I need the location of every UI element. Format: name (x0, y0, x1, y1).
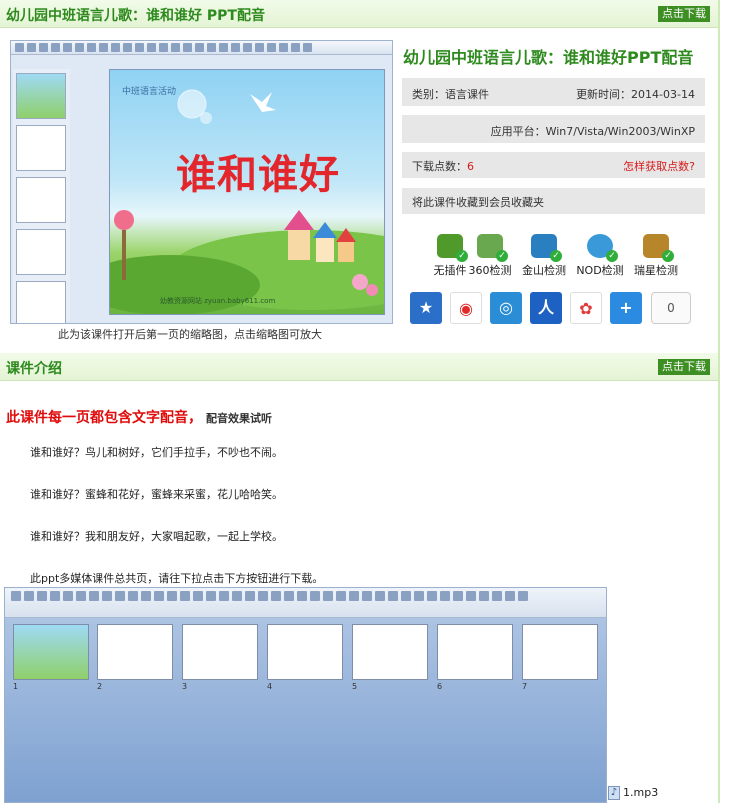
page-title: 幼儿园中班语言儿歌：谁和谁好 PPT配音 (6, 8, 265, 24)
slide-thumb (16, 73, 66, 119)
rising-check: 瑞星检测 (626, 234, 686, 278)
nod-check: NOD检测 (570, 234, 630, 278)
tencent-weibo-share-icon[interactable]: ◎ (490, 292, 522, 324)
music-note-icon: ♪ (608, 786, 620, 800)
audio-file-name[interactable]: 1.mp3 (623, 786, 658, 799)
ppt-ribbon (5, 588, 606, 618)
slide-thumb (16, 281, 66, 323)
download-button-top[interactable]: 点击下载 (658, 6, 710, 22)
points-row: 下载点数：6 怎样获取点数? (402, 152, 705, 178)
slide-sorter-thumb: 1 (13, 624, 89, 691)
slide-thumb (16, 125, 66, 171)
intro-bar: 课件介绍 点击下载 (0, 353, 718, 381)
add-to-favorites-link[interactable]: 将此课件收藏到会员收藏夹 (412, 194, 544, 210)
slide-thumbnail-panel (13, 69, 70, 323)
how-to-get-points-link[interactable]: 怎样获取点数? (623, 158, 695, 174)
courseware-title: 幼儿园中班语言儿歌：谁和谁好PPT配音 (403, 48, 694, 67)
more-share-icon[interactable]: + (610, 292, 642, 324)
slide-sorter-thumb: 5 (352, 624, 428, 691)
intro-headline: 此课件每一页都包含文字配音， 配音效果试听 (6, 407, 272, 427)
slide-sorter-thumb: 7 (522, 624, 598, 691)
points-value: 6 (467, 160, 474, 173)
slide-thumb (16, 177, 66, 223)
360-check: 360检测 (460, 234, 520, 278)
douban-share-icon[interactable]: ✿ (570, 292, 602, 324)
category-row: 类别：语言课件 更新时间：2014-03-14 (402, 78, 705, 106)
slide-sorter-screenshot: 1 2 3 4 5 6 7 (4, 587, 607, 803)
category-label: 类别：语言课件 (412, 88, 489, 101)
share-count: 0 (651, 292, 691, 324)
page-count-note: 此ppt多媒体课件总共页，请往下拉点击下方按钮进行下载。 (30, 572, 324, 585)
audio-file[interactable]: ♪ 1.mp3 (608, 786, 658, 800)
slide-subtitle: 中班语言活动 (122, 87, 177, 97)
kingsoft-check: 金山检测 (514, 234, 574, 278)
check-label: 瑞星检测 (634, 264, 678, 277)
poem-line: 谁和谁好？鸟儿和树好，它们手拉手，不吵也不闹。 (30, 446, 283, 459)
renren-share-icon[interactable]: 人 (530, 292, 562, 324)
nod-icon (587, 234, 618, 262)
thumbnail-caption: 此为该课件打开后第一页的缩略图，点击缩略图可放大 (58, 328, 322, 341)
ppt-preview-thumbnail[interactable]: 中班语言活动 谁和谁好 幼教资源网站 zyuan.baby611.com (10, 40, 393, 324)
check-label: 360检测 (468, 264, 512, 277)
shield-icon (477, 234, 508, 262)
poem-line: 谁和谁好？我和朋友好，大家唱起歌，一起上学校。 (30, 530, 283, 543)
slide-sorter-thumb: 2 (97, 624, 173, 691)
check-label: 金山检测 (522, 264, 566, 277)
courseware-page: 幼儿园中班语言儿歌：谁和谁好 PPT配音 点击下载 中班语言活动 谁和谁好 幼教… (0, 0, 720, 803)
security-checks: 无插件 360检测 金山检测 NOD检测 瑞星检测 (420, 234, 690, 278)
slide-thumb (16, 229, 66, 275)
slide-sorter-thumb: 4 (267, 624, 343, 691)
slide-url: 幼教资源网站 zyuan.baby611.com (160, 297, 276, 305)
slide-sorter-thumb: 3 (182, 624, 258, 691)
update-time: 更新时间：2014-03-14 (576, 88, 695, 101)
poem-line: 谁和谁好？蜜蜂和花好，蜜蜂来采蜜，花儿哈哈笑。 (30, 488, 283, 501)
slide-sorter-thumb: 6 (437, 624, 513, 691)
title-bar: 幼儿园中班语言儿歌：谁和谁好 PPT配音 点击下载 (0, 0, 718, 28)
audio-preview-link[interactable]: 配音效果试听 (206, 412, 272, 425)
headline-text: 此课件每一页都包含文字配音， (6, 410, 202, 426)
qzone-share-icon[interactable]: ★ (410, 292, 442, 324)
check-label: NOD检测 (576, 264, 624, 277)
platform-row: 应用平台：Win7/Vista/Win2003/WinXP (402, 115, 705, 143)
kingsoft-icon (531, 234, 562, 262)
platform-label: 应用平台：Win7/Vista/Win2003/WinXP (490, 125, 695, 138)
rising-shield-icon (643, 234, 674, 262)
intro-section-title: 课件介绍 (6, 361, 62, 377)
download-button-intro[interactable]: 点击下载 (658, 359, 710, 375)
weibo-share-icon[interactable]: ◉ (450, 292, 482, 324)
points-label: 下载点数： (412, 160, 467, 173)
main-slide: 中班语言活动 谁和谁好 幼教资源网站 zyuan.baby611.com (109, 69, 385, 315)
slide-title: 谁和谁好 (176, 152, 340, 198)
ppt-toolbar (11, 41, 392, 55)
favorite-row[interactable]: 将此课件收藏到会员收藏夹 (402, 188, 705, 214)
